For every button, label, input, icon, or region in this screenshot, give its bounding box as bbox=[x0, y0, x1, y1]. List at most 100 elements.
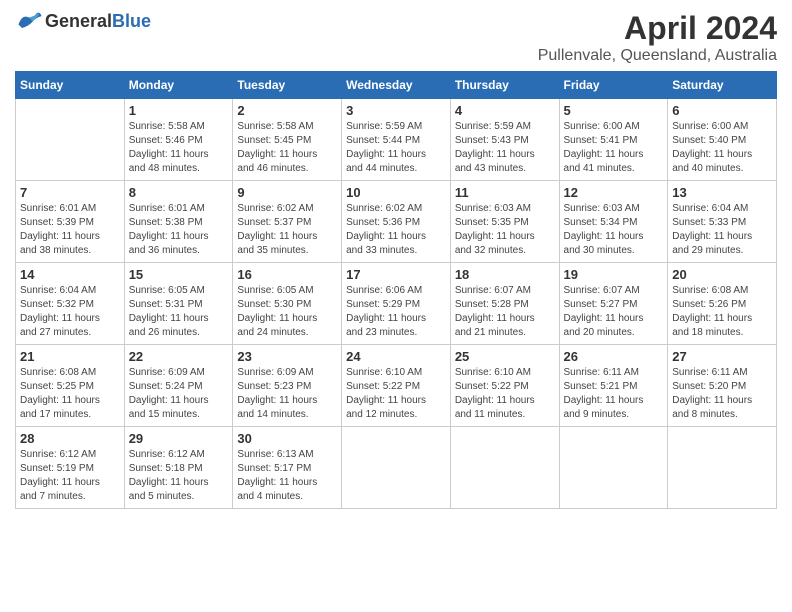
day-info: Sunrise: 5:59 AM Sunset: 5:44 PM Dayligh… bbox=[346, 120, 446, 176]
day-number: 11 bbox=[455, 185, 555, 200]
day-cell: 3 Sunrise: 5:59 AM Sunset: 5:44 PM Daylig… bbox=[342, 99, 451, 181]
week-row-2: 7 Sunrise: 6:01 AM Sunset: 5:39 PM Daylig… bbox=[16, 181, 777, 263]
day-cell: 4Sunrise: 5:59 AM Sunset: 5:43 PM Daylig… bbox=[450, 99, 559, 181]
day-number: 23 bbox=[237, 349, 337, 364]
day-cell: 2 Sunrise: 5:58 AM Sunset: 5:45 PM Daylig… bbox=[233, 99, 342, 181]
day-number: 30 bbox=[237, 431, 337, 446]
day-number: 12 bbox=[564, 185, 664, 200]
day-number: 8 bbox=[129, 185, 229, 200]
day-number: 28 bbox=[20, 431, 120, 446]
day-info: Sunrise: 6:09 AM Sunset: 5:23 PM Dayligh… bbox=[237, 366, 337, 422]
day-cell bbox=[342, 427, 451, 509]
logo-general: General bbox=[45, 11, 112, 31]
day-cell: 16Sunrise: 6:05 AM Sunset: 5:30 PM Dayli… bbox=[233, 263, 342, 345]
day-info: Sunrise: 6:01 AM Sunset: 5:39 PM Dayligh… bbox=[20, 202, 120, 258]
day-info: Sunrise: 6:09 AM Sunset: 5:24 PM Dayligh… bbox=[129, 366, 229, 422]
day-number: 2 bbox=[237, 103, 337, 118]
day-info: Sunrise: 6:05 AM Sunset: 5:30 PM Dayligh… bbox=[237, 284, 337, 340]
day-number: 1 bbox=[129, 103, 229, 118]
week-row-1: 1 Sunrise: 5:58 AM Sunset: 5:46 PM Daylig… bbox=[16, 99, 777, 181]
day-cell bbox=[559, 427, 668, 509]
location-title: Pullenvale, Queensland, Australia bbox=[538, 47, 777, 65]
day-cell: 18 Sunrise: 6:07 AM Sunset: 5:28 PM Dayli… bbox=[450, 263, 559, 345]
day-number: 10 bbox=[346, 185, 446, 200]
day-cell: 7 Sunrise: 6:01 AM Sunset: 5:39 PM Daylig… bbox=[16, 181, 125, 263]
day-info: Sunrise: 6:04 AM Sunset: 5:32 PM Dayligh… bbox=[20, 284, 120, 340]
day-info: Sunrise: 6:00 AM Sunset: 5:40 PM Dayligh… bbox=[672, 120, 772, 176]
day-info: Sunrise: 6:11 AM Sunset: 5:21 PM Dayligh… bbox=[564, 366, 664, 422]
day-cell bbox=[668, 427, 777, 509]
day-info: Sunrise: 6:11 AM Sunset: 5:20 PM Dayligh… bbox=[672, 366, 772, 422]
header-day-thursday: Thursday bbox=[450, 72, 559, 99]
day-number: 6 bbox=[672, 103, 772, 118]
day-info: Sunrise: 6:01 AM Sunset: 5:38 PM Dayligh… bbox=[129, 202, 229, 258]
calendar-table: SundayMondayTuesdayWednesdayThursdayFrid… bbox=[15, 71, 777, 509]
day-info: Sunrise: 6:07 AM Sunset: 5:28 PM Dayligh… bbox=[455, 284, 555, 340]
day-number: 29 bbox=[129, 431, 229, 446]
day-number: 4 bbox=[455, 103, 555, 118]
day-info: Sunrise: 6:13 AM Sunset: 5:17 PM Dayligh… bbox=[237, 448, 337, 504]
day-info: Sunrise: 6:07 AM Sunset: 5:27 PM Dayligh… bbox=[564, 284, 664, 340]
day-cell: 23 Sunrise: 6:09 AM Sunset: 5:23 PM Dayli… bbox=[233, 345, 342, 427]
day-cell: 28Sunrise: 6:12 AM Sunset: 5:19 PM Dayli… bbox=[16, 427, 125, 509]
header-day-wednesday: Wednesday bbox=[342, 72, 451, 99]
day-info: Sunrise: 5:58 AM Sunset: 5:45 PM Dayligh… bbox=[237, 120, 337, 176]
day-info: Sunrise: 5:58 AM Sunset: 5:46 PM Dayligh… bbox=[129, 120, 229, 176]
day-number: 25 bbox=[455, 349, 555, 364]
day-cell: 22 Sunrise: 6:09 AM Sunset: 5:24 PM Dayli… bbox=[124, 345, 233, 427]
day-info: Sunrise: 6:10 AM Sunset: 5:22 PM Dayligh… bbox=[346, 366, 446, 422]
day-number: 26 bbox=[564, 349, 664, 364]
day-number: 13 bbox=[672, 185, 772, 200]
day-cell: 5Sunrise: 6:00 AM Sunset: 5:41 PM Daylig… bbox=[559, 99, 668, 181]
header-row: SundayMondayTuesdayWednesdayThursdayFrid… bbox=[16, 72, 777, 99]
logo-text: GeneralBlue bbox=[45, 11, 151, 32]
day-cell: 6 Sunrise: 6:00 AM Sunset: 5:40 PM Daylig… bbox=[668, 99, 777, 181]
calendar-header: SundayMondayTuesdayWednesdayThursdayFrid… bbox=[16, 72, 777, 99]
month-title: April 2024 bbox=[538, 10, 777, 47]
day-cell: 20 Sunrise: 6:08 AM Sunset: 5:26 PM Dayli… bbox=[668, 263, 777, 345]
day-number: 7 bbox=[20, 185, 120, 200]
week-row-3: 14 Sunrise: 6:04 AM Sunset: 5:32 PM Dayli… bbox=[16, 263, 777, 345]
header-day-saturday: Saturday bbox=[668, 72, 777, 99]
day-number: 24 bbox=[346, 349, 446, 364]
day-cell: 29Sunrise: 6:12 AM Sunset: 5:18 PM Dayli… bbox=[124, 427, 233, 509]
day-cell: 12 Sunrise: 6:03 AM Sunset: 5:34 PM Dayli… bbox=[559, 181, 668, 263]
day-number: 5 bbox=[564, 103, 664, 118]
day-cell: 26 Sunrise: 6:11 AM Sunset: 5:21 PM Dayli… bbox=[559, 345, 668, 427]
day-info: Sunrise: 6:02 AM Sunset: 5:37 PM Dayligh… bbox=[237, 202, 337, 258]
day-number: 18 bbox=[455, 267, 555, 282]
header-day-tuesday: Tuesday bbox=[233, 72, 342, 99]
calendar-body: 1 Sunrise: 5:58 AM Sunset: 5:46 PM Daylig… bbox=[16, 99, 777, 509]
day-cell: 8 Sunrise: 6:01 AM Sunset: 5:38 PM Daylig… bbox=[124, 181, 233, 263]
header-day-sunday: Sunday bbox=[16, 72, 125, 99]
header: GeneralBlue April 2024 Pullenvale, Queen… bbox=[15, 10, 777, 65]
day-number: 9 bbox=[237, 185, 337, 200]
logo: GeneralBlue bbox=[15, 10, 151, 32]
day-info: Sunrise: 6:03 AM Sunset: 5:35 PM Dayligh… bbox=[455, 202, 555, 258]
day-number: 20 bbox=[672, 267, 772, 282]
day-cell: 15 Sunrise: 6:05 AM Sunset: 5:31 PM Dayli… bbox=[124, 263, 233, 345]
day-info: Sunrise: 6:06 AM Sunset: 5:29 PM Dayligh… bbox=[346, 284, 446, 340]
day-cell bbox=[16, 99, 125, 181]
day-number: 19 bbox=[564, 267, 664, 282]
day-cell: 10 Sunrise: 6:02 AM Sunset: 5:36 PM Dayli… bbox=[342, 181, 451, 263]
week-row-4: 21Sunrise: 6:08 AM Sunset: 5:25 PM Dayli… bbox=[16, 345, 777, 427]
day-cell: 1 Sunrise: 5:58 AM Sunset: 5:46 PM Daylig… bbox=[124, 99, 233, 181]
day-number: 15 bbox=[129, 267, 229, 282]
day-info: Sunrise: 6:10 AM Sunset: 5:22 PM Dayligh… bbox=[455, 366, 555, 422]
week-row-5: 28Sunrise: 6:12 AM Sunset: 5:19 PM Dayli… bbox=[16, 427, 777, 509]
day-info: Sunrise: 6:05 AM Sunset: 5:31 PM Dayligh… bbox=[129, 284, 229, 340]
day-number: 3 bbox=[346, 103, 446, 118]
day-cell: 13Sunrise: 6:04 AM Sunset: 5:33 PM Dayli… bbox=[668, 181, 777, 263]
logo-blue: Blue bbox=[112, 11, 151, 31]
day-number: 22 bbox=[129, 349, 229, 364]
day-info: Sunrise: 6:08 AM Sunset: 5:26 PM Dayligh… bbox=[672, 284, 772, 340]
day-number: 14 bbox=[20, 267, 120, 282]
day-info: Sunrise: 6:03 AM Sunset: 5:34 PM Dayligh… bbox=[564, 202, 664, 258]
day-cell bbox=[450, 427, 559, 509]
day-info: Sunrise: 6:02 AM Sunset: 5:36 PM Dayligh… bbox=[346, 202, 446, 258]
day-number: 21 bbox=[20, 349, 120, 364]
day-cell: 9 Sunrise: 6:02 AM Sunset: 5:37 PM Daylig… bbox=[233, 181, 342, 263]
day-cell: 30 Sunrise: 6:13 AM Sunset: 5:17 PM Dayli… bbox=[233, 427, 342, 509]
logo-bird-icon bbox=[15, 10, 43, 32]
